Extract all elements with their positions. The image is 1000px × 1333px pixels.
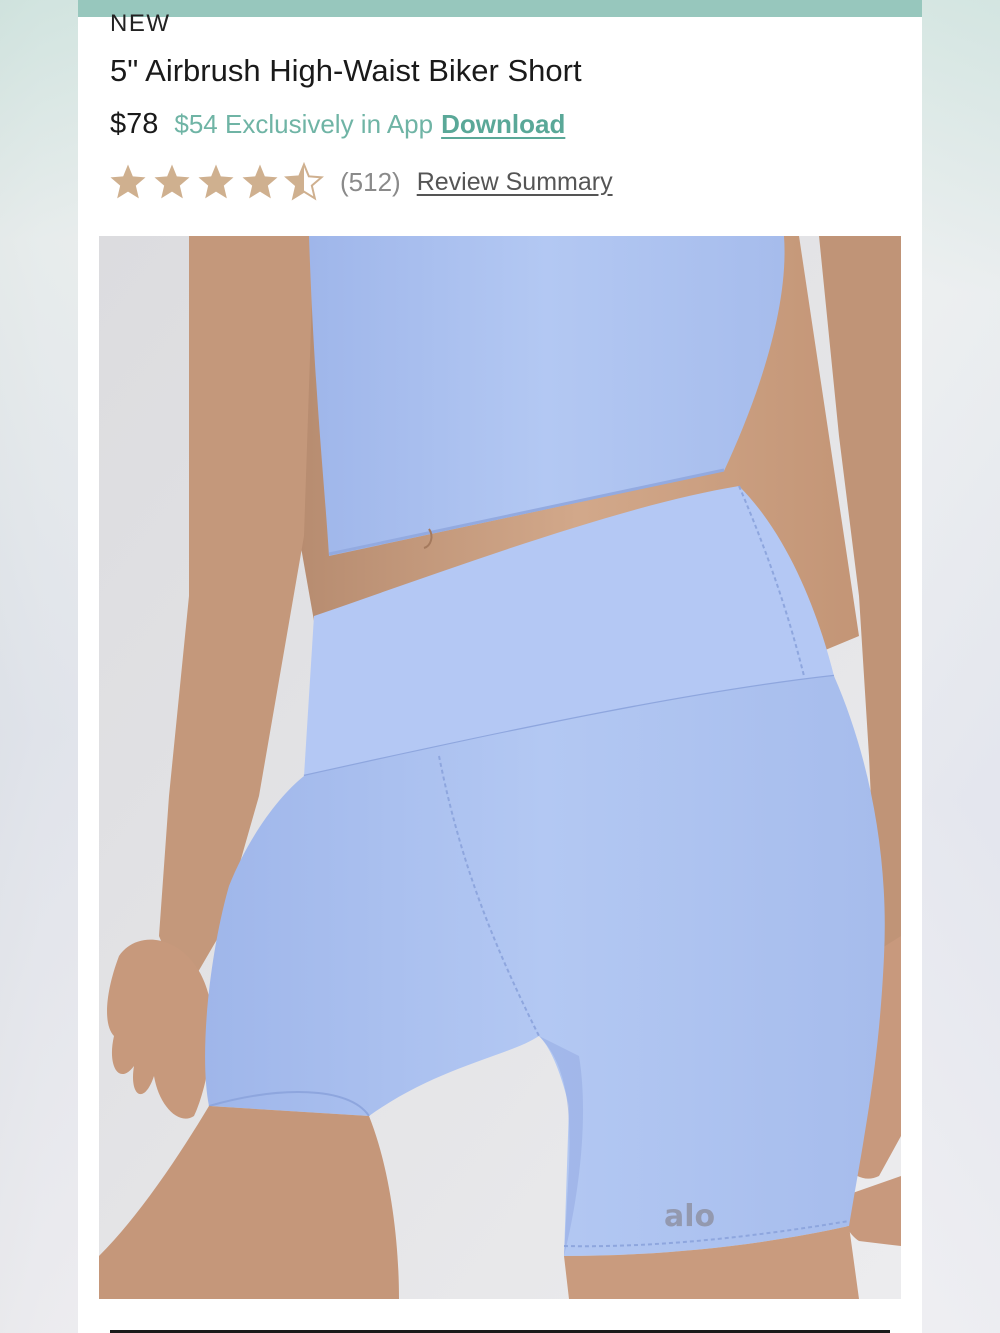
- star-full-icon: [198, 164, 234, 199]
- star-full-icon: [154, 164, 190, 199]
- star-full-icon: [110, 164, 146, 199]
- rating-row: (512) Review Summary: [108, 160, 613, 204]
- price-row: $78 $54 Exclusively in App Download: [110, 108, 565, 144]
- star-half-icon: [284, 162, 324, 201]
- star-rating[interactable]: [108, 162, 328, 202]
- regular-price: $78: [110, 108, 159, 140]
- backdrop-left: [0, 0, 78, 1333]
- product-image[interactable]: alo: [99, 236, 901, 1299]
- review-summary-link[interactable]: Review Summary: [417, 168, 613, 197]
- accent-top-bar: [78, 0, 922, 17]
- backdrop-right: [922, 0, 1000, 1333]
- product-title: 5" Airbrush High-Waist Biker Short: [110, 53, 582, 88]
- brand-logo-text: alo: [664, 1199, 715, 1234]
- star-full-icon: [242, 164, 278, 199]
- new-badge: NEW: [110, 10, 171, 37]
- product-photo-illustration: alo: [99, 236, 901, 1299]
- review-count: (512): [340, 166, 401, 197]
- app-exclusive-price: $54 Exclusively in App: [174, 109, 434, 139]
- product-card: NEW 5" Airbrush High-Waist Biker Short $…: [78, 0, 922, 1333]
- download-app-link[interactable]: Download: [441, 109, 565, 140]
